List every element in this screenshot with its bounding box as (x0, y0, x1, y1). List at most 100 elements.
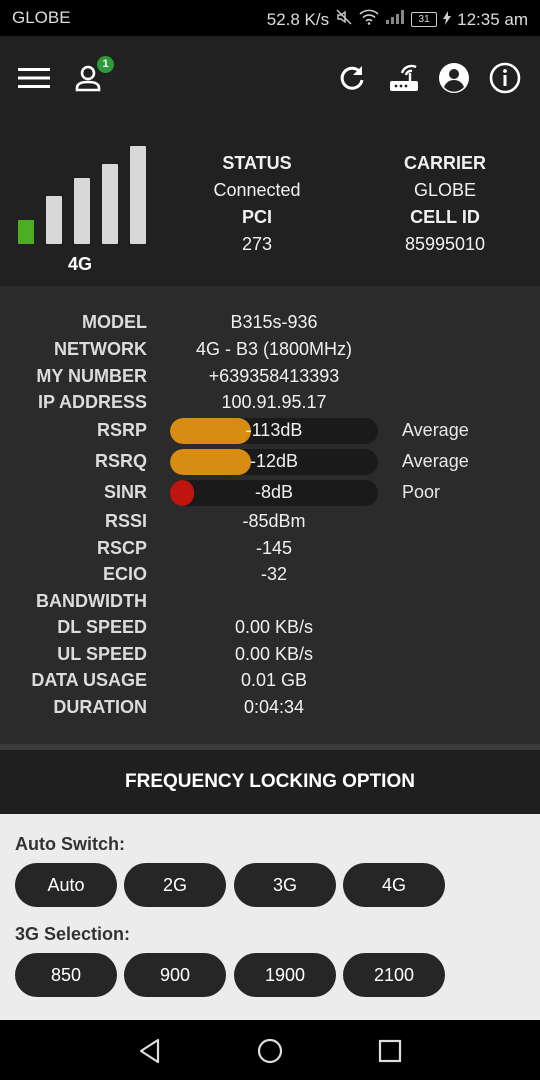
ul-speed-row: UL SPEED 0.00 KB/s (0, 642, 540, 668)
system-navigation-bar (0, 1020, 540, 1080)
rscp-row: RSCP -145 (0, 536, 540, 562)
my-number-row: MY NUMBER +639358413393 (0, 364, 540, 390)
signal-bar-4 (102, 164, 118, 244)
data-usage-row: DATA USAGE 0.01 GB (0, 668, 540, 694)
statusbar-carrier: GLOBE (12, 8, 71, 27)
signal-bar-1 (18, 220, 34, 244)
sinr-row: SINR -8dB Poor (0, 480, 540, 506)
carrier-cellid-column: CARRIER GLOBE CELL ID 85995010 (360, 150, 530, 258)
auto-switch-2g-button[interactable]: 2G (124, 863, 226, 907)
system-status-bar: GLOBE 52.8 K/s 31 12:35 am (0, 0, 540, 36)
sinr-quality: Poor (402, 482, 441, 502)
mute-icon (335, 8, 353, 31)
signal-bar-3 (74, 178, 90, 244)
cell-signal-icon (385, 9, 405, 30)
app-toolbar (0, 36, 540, 120)
rsrp-row: RSRP -113dB Average (0, 418, 540, 444)
selection-3g-label: 3G Selection: (15, 924, 131, 944)
wifi-icon (359, 9, 379, 30)
rssi-label: RSSI (104, 511, 147, 531)
band-1900-button[interactable]: 1900 (234, 953, 336, 997)
status-value: Connected (213, 180, 301, 200)
bandwidth-label: BANDWIDTH (36, 591, 147, 611)
info-icon[interactable] (487, 60, 523, 96)
model-row: MODEL B315s-936 (0, 310, 540, 336)
users-count-badge: 1 (97, 56, 114, 73)
signal-bar-2 (46, 196, 62, 244)
rsrq-row: RSRQ -12dB Average (0, 449, 540, 475)
statusbar-speed: 52.8 K/s (266, 9, 330, 29)
auto-switch-auto-button[interactable]: Auto (15, 863, 117, 907)
statusbar-right: 52.8 K/s 31 12:35 am (267, 8, 528, 31)
ul-speed-value: 0.00 KB/s (234, 644, 314, 664)
signal-bar-5 (130, 146, 146, 244)
rsrq-label: RSRQ (94, 451, 147, 471)
ip-address-label: IP ADDRESS (37, 392, 147, 412)
ecio-label: ECIO (102, 564, 147, 584)
ip-address-row: IP ADDRESS 100.91.95.17 (0, 390, 540, 416)
rssi-value: -85dBm (242, 511, 306, 531)
device-details-panel: MODEL B315s-936 NETWORK 4G - B3 (1800MHz… (0, 286, 540, 744)
ecio-row: ECIO -32 (0, 562, 540, 588)
rsrp-value: -113dB (245, 420, 303, 440)
recent-apps-icon[interactable] (375, 1036, 405, 1066)
auto-switch-4g-button[interactable]: 4G (343, 863, 445, 907)
statusbar-time: 12:35 am (457, 9, 528, 29)
status-pci-column: STATUS Connected PCI 273 (182, 150, 332, 258)
rsrp-meter: -113dB (170, 418, 378, 444)
router-icon[interactable] (386, 60, 422, 96)
frequency-options-panel: Auto Switch: Auto 2G 3G 4G 3G Selection:… (0, 814, 540, 1020)
rsrq-quality: Average (402, 451, 469, 471)
network-label: NETWORK (54, 339, 147, 359)
band-2100-button[interactable]: 2100 (343, 953, 445, 997)
back-icon[interactable] (135, 1036, 165, 1066)
auto-switch-3g-button[interactable]: 3G (234, 863, 336, 907)
auto-switch-label: Auto Switch: (15, 834, 125, 854)
battery-icon: 31 (411, 12, 438, 27)
menu-icon[interactable] (16, 60, 52, 96)
sinr-meter: -8dB (170, 480, 378, 506)
charging-icon (443, 10, 452, 30)
carrier-value: GLOBE (413, 180, 477, 200)
ul-speed-label: UL SPEED (57, 644, 147, 664)
data-usage-value: 0.01 GB (240, 670, 308, 690)
dl-speed-row: DL SPEED 0.00 KB/s (0, 615, 540, 641)
my-number-label: MY NUMBER (36, 366, 147, 386)
carrier-label: CARRIER (403, 153, 486, 173)
band-850-button[interactable]: 850 (15, 953, 117, 997)
data-usage-label: DATA USAGE (31, 670, 147, 690)
dl-speed-value: 0.00 KB/s (234, 617, 314, 637)
model-value: B315s-936 (230, 312, 318, 332)
sinr-label: SINR (103, 482, 147, 502)
dl-speed-label: DL SPEED (57, 617, 147, 637)
sinr-value: -8dB (254, 482, 294, 502)
rsrp-label: RSRP (96, 420, 147, 440)
pci-value: 273 (241, 234, 273, 254)
duration-row: DURATION 0:04:34 (0, 695, 540, 721)
rscp-label: RSCP (96, 538, 147, 558)
ecio-value: -32 (260, 564, 287, 584)
network-row: NETWORK 4G - B3 (1800MHz) (0, 337, 540, 363)
account-icon[interactable] (436, 60, 472, 96)
home-icon[interactable] (255, 1036, 285, 1066)
rsrq-value: -12dB (249, 451, 299, 471)
refresh-icon[interactable] (334, 60, 370, 96)
frequency-locking-header[interactable]: FREQUENCY LOCKING OPTION (0, 750, 540, 814)
model-label: MODEL (82, 312, 147, 332)
duration-value: 0:04:34 (243, 697, 305, 717)
duration-label: DURATION (53, 697, 147, 717)
rsrp-quality: Average (402, 420, 469, 440)
band-900-button[interactable]: 900 (124, 953, 226, 997)
my-number-value: +639358413393 (208, 366, 340, 386)
network-value: 4G - B3 (1800MHz) (195, 339, 353, 359)
network-type-label: 4G (68, 254, 93, 274)
ip-address-value: 100.91.95.17 (221, 392, 327, 412)
status-label: STATUS (222, 153, 292, 173)
cell-id-label: CELL ID (410, 207, 480, 227)
bandwidth-row: BANDWIDTH (0, 589, 540, 615)
rsrq-meter: -12dB (170, 449, 378, 475)
rssi-row: RSSI -85dBm (0, 509, 540, 535)
cell-id-value: 85995010 (404, 234, 486, 254)
rscp-value: -145 (255, 538, 293, 558)
pci-label: PCI (241, 207, 272, 227)
